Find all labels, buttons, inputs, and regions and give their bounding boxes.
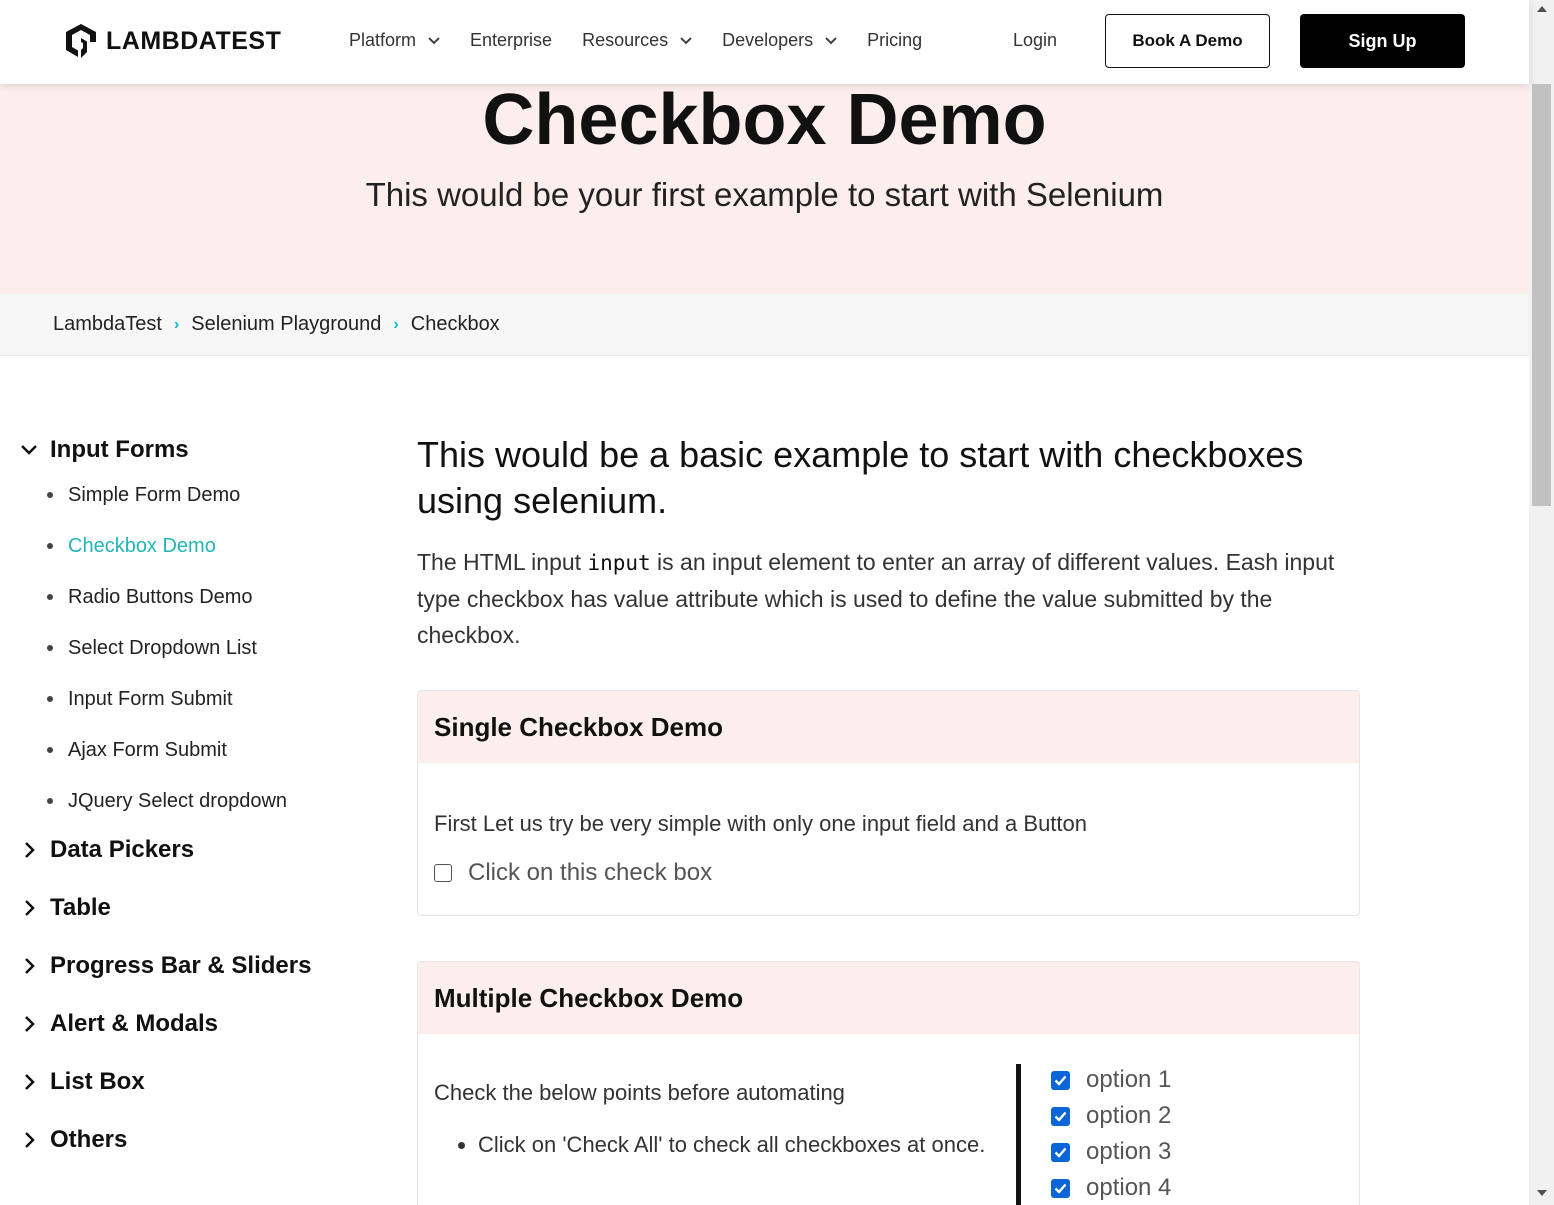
intro-paragraph: The HTML input input is an input element… [417, 544, 1337, 653]
book-demo-button[interactable]: Book A Demo [1105, 14, 1270, 68]
nav-label: Enterprise [470, 30, 553, 50]
option-row[interactable]: option 4 [1051, 1170, 1171, 1205]
logo-text: LAMBDATEST [106, 26, 282, 55]
login-link[interactable]: Login [1013, 30, 1057, 51]
intro-text-1: The HTML input [417, 549, 588, 575]
option-row[interactable]: option 3 [1051, 1134, 1171, 1170]
sidebar: Input Forms Simple Form Demo Checkbox De… [20, 436, 380, 1169]
sidebar-group-label: Data Pickers [50, 836, 195, 863]
chevron-right-icon [25, 958, 35, 974]
nav-label: Platform [349, 30, 417, 50]
page-subtitle: This would be your first example to star… [365, 176, 1164, 213]
nav-label: Pricing [867, 30, 923, 50]
scrollbar-thumb[interactable] [1532, 84, 1551, 506]
breadcrumb-checkbox: Checkbox [410, 313, 500, 335]
sidebar-group-label: Progress Bar & Sliders [50, 952, 312, 979]
lambdatest-logo-icon [66, 24, 96, 58]
section-heading: This would be a basic example to start w… [417, 434, 1304, 521]
main-nav: Platform Enterprise Resources Developers… [349, 30, 952, 51]
sidebar-group-label: Table [50, 894, 111, 921]
option-label[interactable]: option 1 [1086, 1066, 1171, 1094]
main-content: This would be a basic example to start w… [417, 432, 1362, 653]
chevron-right-icon: › [393, 315, 399, 333]
scroll-up-icon[interactable] [1537, 6, 1547, 12]
chevron-right-icon [25, 842, 35, 858]
instruction-list: Click on 'Check All' to check all checkb… [478, 1128, 1018, 1161]
lambdatest-logo[interactable]: LAMBDATEST [62, 22, 281, 60]
sidebar-group-alert-modals[interactable]: Alert & Modals [20, 995, 380, 1053]
chevron-right-icon: › [173, 315, 180, 333]
checkbox-checked-icon[interactable] [1051, 1070, 1070, 1090]
sidebar-group-label: Alert & Modals [50, 1010, 219, 1037]
single-checkbox-row[interactable]: Click on this check box [434, 859, 712, 887]
nav-pricing[interactable]: Pricing [867, 30, 922, 51]
sidebar-item-ajax-form-submit[interactable]: Ajax Form Submit [20, 735, 380, 786]
sidebar-group-progress-bar[interactable]: Progress Bar & Sliders [20, 937, 380, 995]
page-scrollbar[interactable] [1529, 0, 1554, 1205]
chevron-right-icon [25, 1074, 35, 1090]
sidebar-group-label: List Box [50, 1068, 145, 1095]
card-title: Multiple Checkbox Demo [418, 962, 1359, 1034]
single-checkbox-card: Single Checkbox Demo First Let us try be… [417, 690, 1360, 916]
nav-label: Resources [582, 30, 669, 50]
option-checkbox-list: option 1 option 2 option 3 option 4 [1051, 1062, 1171, 1205]
checkbox-checked-icon[interactable] [1051, 1142, 1070, 1162]
sidebar-group-others[interactable]: Others [20, 1111, 380, 1169]
page-title: Checkbox Demo [482, 80, 1047, 160]
card-title: Single Checkbox Demo [418, 691, 1359, 763]
option-label[interactable]: option 3 [1086, 1138, 1171, 1166]
sidebar-item-input-form-submit[interactable]: Input Form Submit [20, 684, 380, 735]
breadcrumb: LambdaTest › Selenium Playground › Check… [0, 294, 1529, 356]
sidebar-group-table[interactable]: Table [20, 879, 380, 937]
chevron-down-icon [428, 36, 440, 44]
signup-button[interactable]: Sign Up [1300, 14, 1465, 68]
option-row[interactable]: option 2 [1051, 1098, 1171, 1134]
hero-banner: Checkbox Demo This would be your first e… [0, 84, 1529, 294]
chevron-right-icon [25, 900, 35, 916]
sidebar-group-label: Input Forms [50, 436, 189, 463]
sidebar-submenu: Simple Form Demo Checkbox Demo Radio But… [20, 480, 380, 837]
single-checkbox-label[interactable]: Click on this check box [468, 859, 712, 887]
nav-developers[interactable]: Developers [722, 30, 837, 51]
sidebar-item-jquery-select[interactable]: JQuery Select dropdown [20, 786, 380, 837]
option-label[interactable]: option 4 [1086, 1174, 1171, 1202]
sidebar-item-simple-form[interactable]: Simple Form Demo [20, 480, 380, 531]
single-checkbox[interactable] [434, 864, 452, 882]
chevron-down-icon [680, 36, 692, 44]
card-description: Check the below points before automating [434, 1080, 845, 1105]
chevron-right-icon [25, 1132, 35, 1148]
nav-enterprise[interactable]: Enterprise [470, 30, 552, 51]
breadcrumb-selenium-playground[interactable]: Selenium Playground [191, 313, 381, 336]
sidebar-group-input-forms[interactable]: Input Forms [20, 436, 380, 464]
chevron-down-icon [825, 36, 837, 44]
card-description: First Let us try be very simple with onl… [434, 811, 1087, 836]
sidebar-group-label: Others [50, 1126, 128, 1153]
nav-platform[interactable]: Platform [349, 30, 440, 51]
intro-code: input [587, 551, 651, 575]
option-label[interactable]: option 2 [1086, 1102, 1171, 1130]
multiple-checkbox-card: Multiple Checkbox Demo Check the below p… [417, 961, 1360, 1205]
divider [1016, 1064, 1021, 1205]
chevron-right-icon [25, 1016, 35, 1032]
scroll-down-icon[interactable] [1537, 1190, 1547, 1196]
sidebar-item-select-dropdown[interactable]: Select Dropdown List [20, 633, 380, 684]
nav-label: Developers [722, 30, 814, 50]
option-row[interactable]: option 1 [1051, 1062, 1171, 1098]
sidebar-item-radio-buttons[interactable]: Radio Buttons Demo [20, 582, 380, 633]
checkbox-checked-icon[interactable] [1051, 1178, 1070, 1198]
sidebar-item-checkbox-demo[interactable]: Checkbox Demo [20, 531, 380, 582]
chevron-down-icon [21, 445, 37, 455]
site-header: LAMBDATEST Platform Enterprise Resources… [0, 0, 1529, 84]
sidebar-group-list-box[interactable]: List Box [20, 1053, 380, 1111]
nav-resources[interactable]: Resources [582, 30, 692, 51]
checkbox-checked-icon[interactable] [1051, 1106, 1070, 1126]
breadcrumb-lambdatest[interactable]: LambdaTest [53, 313, 162, 336]
list-item: Click on 'Check All' to check all checkb… [478, 1128, 1018, 1161]
